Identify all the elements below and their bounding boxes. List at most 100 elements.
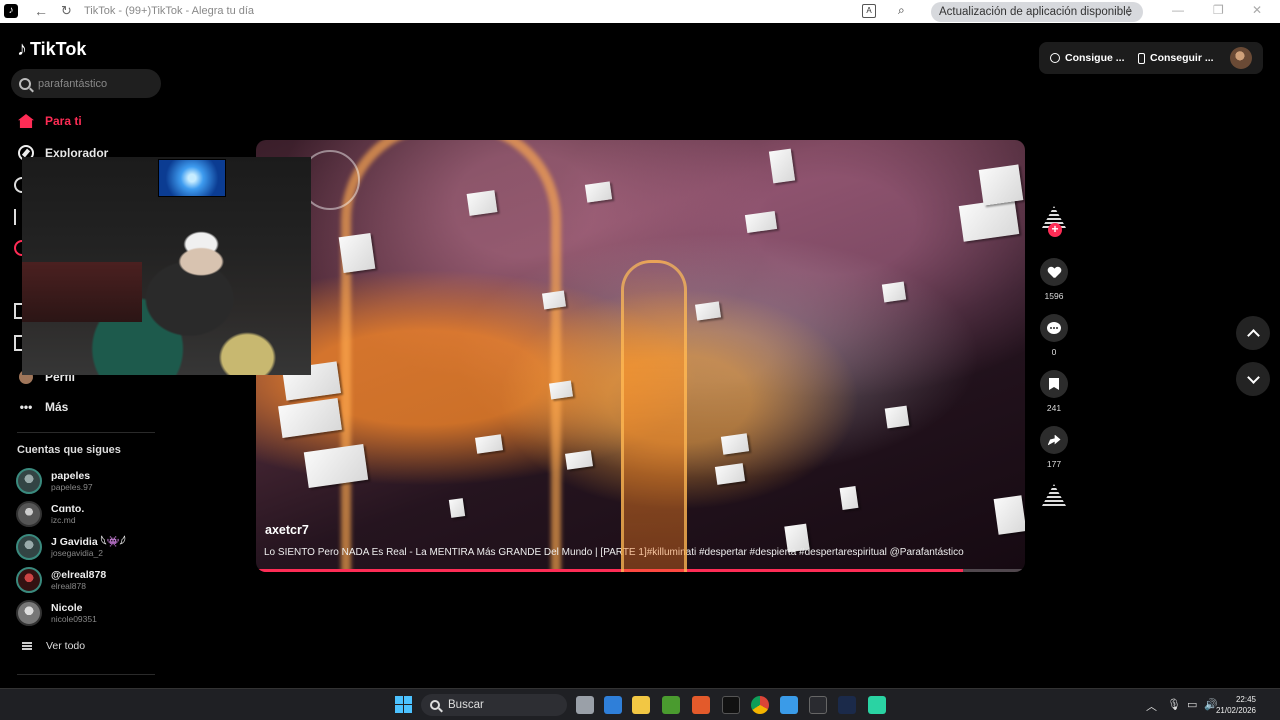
upload-nav-icon[interactable] [14, 335, 22, 351]
share-button[interactable]: 177 [1040, 426, 1068, 469]
tray-expand-icon[interactable]: ︿ [1146, 698, 1157, 714]
cube-decoration [744, 211, 778, 233]
account-username: josegavidia_2 [51, 548, 103, 558]
chrome-icon[interactable] [751, 696, 769, 714]
task-view-icon[interactable] [576, 696, 594, 714]
nav-more-label: Más [45, 400, 69, 414]
clock-time: 22:45 [1235, 695, 1256, 704]
account-name: Cɑnto. [51, 503, 85, 515]
store-icon[interactable] [604, 696, 622, 714]
translate-icon[interactable]: A [862, 4, 876, 18]
cube-decoration [548, 380, 574, 400]
get-app-button[interactable]: Conseguir ... [1138, 44, 1214, 72]
maximize-icon[interactable]: ❐ [1213, 3, 1224, 17]
bookmark-icon [1049, 378, 1059, 390]
get-coins-button[interactable]: Consigue ... [1050, 44, 1125, 72]
cube-decoration [978, 164, 1024, 206]
nav-more[interactable]: ••• Más [17, 398, 69, 416]
video-progress-fill [256, 569, 964, 572]
share-icon [1047, 434, 1061, 446]
messages-nav-icon[interactable] [14, 303, 22, 319]
account-username: papeles.97 [51, 482, 93, 492]
minimize-icon[interactable]: — [1172, 3, 1184, 17]
reload-icon[interactable]: ↻ [61, 3, 72, 19]
network-icon[interactable]: ▭ [1187, 698, 1197, 711]
cube-decoration [466, 190, 498, 216]
taskbar-search[interactable]: Buscar [421, 694, 567, 716]
avatar [16, 501, 42, 527]
see-all-label: Ver todo [46, 640, 86, 652]
nav-for-you[interactable]: Para ti [17, 112, 82, 130]
clock-date: 21/02/2026 [1215, 706, 1256, 715]
nvidia-icon[interactable] [662, 696, 680, 714]
app-icon[interactable] [868, 696, 886, 714]
microphone-icon[interactable]: 🎙 [1167, 698, 1181, 711]
friends-nav-icon[interactable] [14, 209, 22, 225]
list-icon [22, 642, 32, 650]
more-dots-icon: ••• [19, 400, 33, 414]
app-icon[interactable] [809, 696, 827, 714]
following-account[interactable]: J Gavidia 𓆩👾𓆪 josegavidia_2 [16, 534, 125, 560]
video-progress-bar[interactable] [256, 569, 1025, 572]
chevron-down-icon [1246, 370, 1260, 384]
save-button[interactable]: 241 [1040, 370, 1068, 413]
avatar [16, 600, 42, 626]
music-disc-button[interactable] [1040, 484, 1068, 506]
account-name: J Gavidia 𓆩👾𓆪 [51, 536, 126, 548]
following-account[interactable]: papeles papeles.97 [16, 468, 93, 494]
next-video-button[interactable] [1236, 362, 1270, 396]
cube-decoration [720, 433, 750, 455]
file-explorer-icon[interactable] [632, 696, 650, 714]
creator-avatar-button[interactable]: + [1040, 206, 1068, 246]
chevron-up-icon [1246, 328, 1260, 342]
app-icon[interactable] [780, 696, 798, 714]
following-account[interactable]: Nicole nicole09351 [16, 600, 97, 626]
following-account[interactable]: @elreal878 elreal878 [16, 567, 106, 593]
previous-video-button[interactable] [1236, 316, 1270, 350]
logo-text: TikTok [30, 39, 87, 59]
cube-decoration [303, 443, 369, 489]
following-nav-icon[interactable] [14, 177, 22, 193]
comment-button[interactable]: 0 [1040, 314, 1068, 357]
close-icon[interactable]: ✕ [1252, 3, 1262, 17]
like-button[interactable]: 1596 [1040, 258, 1068, 301]
cube-decoration [714, 463, 746, 485]
video-player[interactable]: axetcr7 Lo SIENTO Pero NADA Es Real - La… [256, 140, 1025, 572]
more-vertical-icon[interactable]: ⋮ [1123, 4, 1135, 18]
get-coins-label: Consigue ... [1065, 52, 1125, 64]
cube-decoration [839, 485, 859, 511]
taskbar-clock[interactable]: 22:45 21/02/2026 [1216, 694, 1256, 716]
account-username: elreal878 [51, 581, 86, 591]
tiktok-logo[interactable]: ♪ TikTok [17, 38, 86, 61]
account-name: papeles [51, 470, 91, 482]
tiktok-app-icon[interactable] [722, 696, 740, 714]
follow-plus-icon[interactable]: + [1048, 223, 1062, 237]
update-available-button[interactable]: Actualización de aplicación disponible ⋮ [931, 2, 1143, 22]
like-count: 1596 [1044, 291, 1064, 301]
windows-start-icon[interactable] [395, 696, 412, 713]
windows-taskbar: Buscar ︿ 🎙 ▭ 🔊 22:45 21/02/2026 [0, 688, 1280, 720]
search-bar[interactable] [11, 69, 161, 98]
see-all-link[interactable]: Ver todo [22, 640, 85, 652]
cube-decoration [448, 498, 466, 518]
steam-icon[interactable] [838, 696, 856, 714]
coin-icon [1050, 53, 1060, 63]
following-account[interactable]: Cɑnto. izc.md [16, 501, 84, 527]
account-name: @elreal878 [51, 569, 107, 581]
avatar [16, 534, 42, 560]
account-name: Nicole [51, 602, 83, 614]
save-count: 241 [1046, 403, 1062, 413]
share-count: 177 [1046, 459, 1062, 469]
profile-avatar[interactable] [1230, 47, 1252, 69]
browser-titlebar: ♪ ← ↻ TikTok - (99+)TikTok - Alegra tu d… [0, 0, 1280, 23]
live-nav-icon[interactable] [14, 240, 22, 256]
zoom-icon[interactable]: ⌕ [898, 3, 905, 18]
cube-decoration [338, 232, 376, 274]
taskbar-search-label: Buscar [448, 699, 484, 711]
search-input[interactable] [38, 77, 148, 90]
video-author[interactable]: axetcr7 [265, 523, 309, 537]
account-username: nicole09351 [51, 614, 97, 624]
brave-icon[interactable] [692, 696, 710, 714]
cube-decoration [884, 405, 910, 429]
back-arrow-icon[interactable]: ← [34, 3, 48, 19]
